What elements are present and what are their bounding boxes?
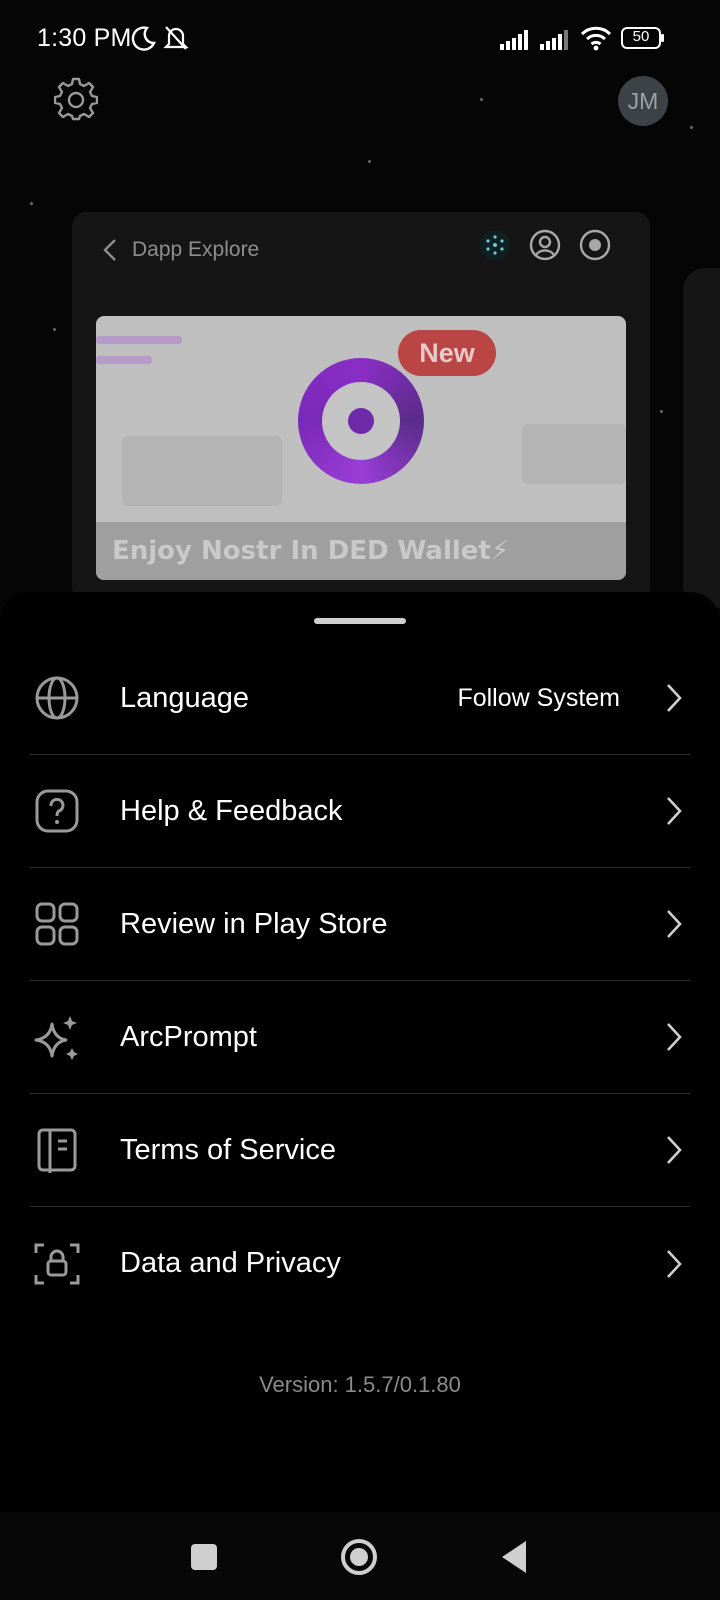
menu-item-label: Help & Feedback (120, 794, 343, 827)
apps-grid-icon (35, 902, 79, 946)
avatar[interactable]: JM (618, 76, 668, 126)
globe-icon (35, 676, 79, 720)
menu-item-label: Terms of Service (120, 1133, 336, 1166)
chevron-right-icon (667, 1136, 682, 1164)
chevron-left-icon[interactable] (100, 237, 122, 263)
lock-icon (34, 1243, 80, 1284)
bell-off-icon (163, 26, 189, 50)
screen: 1:30 PM 50 JM Dapp Explore New Enjoy Nos… (0, 0, 720, 1600)
network-icon[interactable] (478, 228, 512, 262)
dapp-explore-card: Dapp Explore New Enjoy Nostr In DED Wall… (72, 212, 650, 602)
wifi-icon (580, 26, 612, 51)
record-icon[interactable] (578, 228, 612, 262)
profile-icon[interactable] (528, 228, 562, 262)
signal-icon (500, 30, 528, 50)
dapp-explore-header: Dapp Explore (100, 226, 259, 274)
chevron-right-icon (667, 684, 682, 712)
menu-item-help-feedback[interactable]: Help & Feedback (30, 755, 690, 868)
star-decoration (53, 328, 56, 331)
banner-decoration (96, 356, 152, 364)
battery-icon: 50 (621, 27, 665, 49)
star-decoration (660, 410, 663, 413)
menu-item-label: ArcPrompt (120, 1020, 257, 1053)
banner-decoration (122, 436, 282, 506)
chevron-right-icon (667, 1023, 682, 1051)
help-icon (35, 789, 79, 833)
new-badge: New (398, 330, 496, 376)
settings-sheet: Language Follow System Help & Feedback R… (0, 592, 720, 1512)
back-button[interactable] (490, 1532, 540, 1582)
status-time: 1:30 PM (37, 24, 132, 52)
menu-item-label: Review in Play Store (120, 907, 388, 940)
menu-item-language[interactable]: Language Follow System (30, 642, 690, 755)
nostr-banner[interactable]: New Enjoy Nostr In DED Wallet⚡ (96, 316, 626, 580)
recents-button[interactable] (179, 1532, 229, 1582)
nostr-logo-icon (298, 358, 424, 484)
next-card-peek (683, 268, 720, 608)
chevron-right-icon (667, 1249, 682, 1278)
system-nav-bar (0, 1512, 720, 1600)
banner-decoration (522, 424, 626, 484)
chevron-right-icon (667, 797, 682, 825)
battery-level: 50 (632, 28, 650, 45)
language-value: Follow System (457, 683, 620, 712)
star-decoration (30, 202, 33, 205)
dapp-header-icons (478, 228, 612, 262)
menu-item-data-privacy[interactable]: Data and Privacy (30, 1207, 690, 1320)
home-button[interactable] (334, 1532, 384, 1582)
settings-menu: Language Follow System Help & Feedback R… (30, 642, 690, 1320)
moon-icon (131, 26, 156, 51)
avatar-initials: JM (627, 87, 659, 114)
app-version: Version: 1.5.7/0.1.80 (259, 1372, 461, 1397)
star-decoration (480, 98, 483, 101)
book-icon (37, 1128, 77, 1173)
menu-item-label: Data and Privacy (120, 1247, 341, 1279)
signal-icon (540, 30, 568, 50)
menu-item-terms-of-service[interactable]: Terms of Service (30, 1094, 690, 1207)
sparkle-icon (34, 1016, 78, 1060)
banner-text: Enjoy Nostr In DED Wallet⚡ (112, 536, 510, 566)
banner-footer: Enjoy Nostr In DED Wallet⚡ (96, 522, 626, 580)
menu-item-review-play-store[interactable]: Review in Play Store (30, 868, 690, 981)
sheet-drag-handle[interactable] (314, 618, 406, 624)
star-decoration (368, 160, 371, 163)
chevron-right-icon (667, 910, 682, 938)
menu-item-arcprompt[interactable]: ArcPrompt (30, 981, 690, 1094)
gear-icon[interactable] (54, 77, 98, 121)
dapp-explore-title: Dapp Explore (132, 238, 260, 261)
banner-decoration (96, 336, 182, 344)
menu-item-label: Language (120, 681, 250, 714)
status-bar: 1:30 PM 50 (0, 0, 720, 76)
star-decoration (690, 126, 693, 129)
